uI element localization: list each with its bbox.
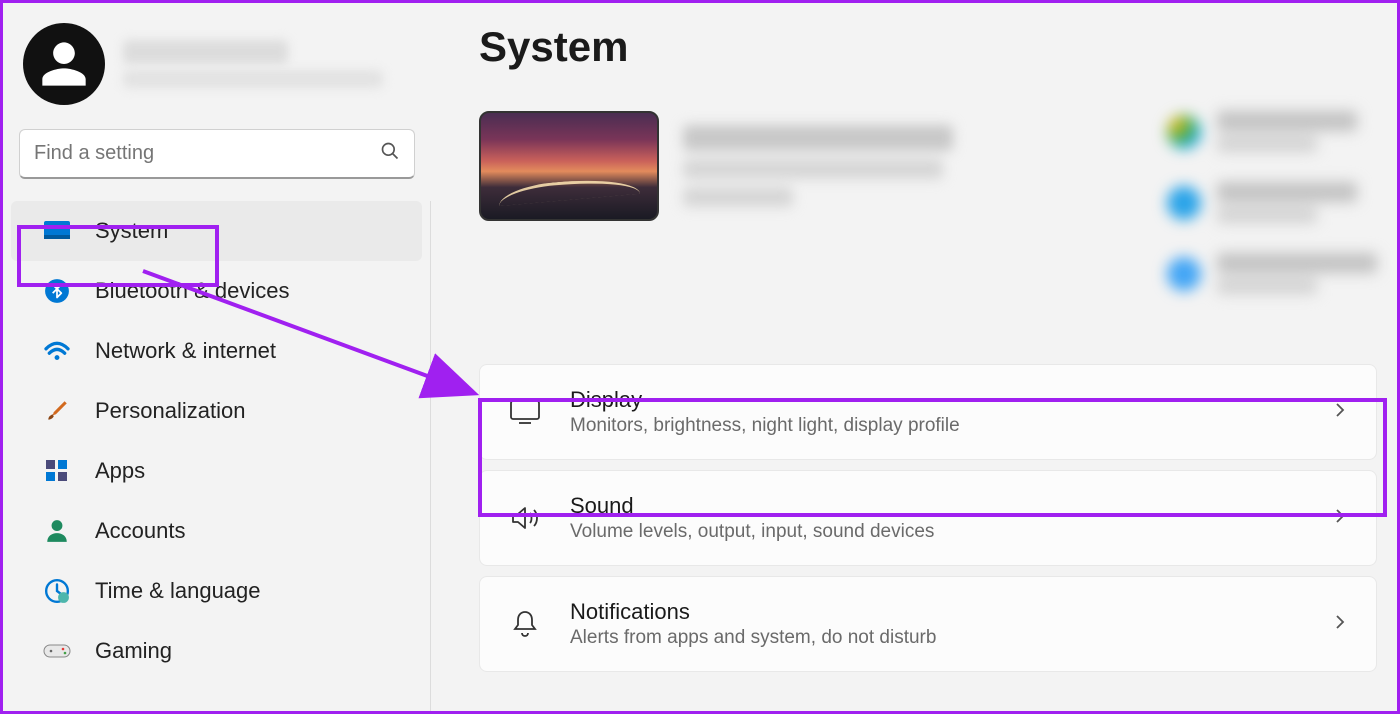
- wifi-icon: [43, 337, 71, 365]
- profile-text-redacted: [123, 40, 383, 88]
- device-name-redacted: [683, 125, 953, 207]
- sidebar-item-label: Personalization: [95, 398, 245, 424]
- search-input[interactable]: [34, 142, 380, 165]
- setting-item-display[interactable]: Display Monitors, brightness, night ligh…: [479, 364, 1377, 460]
- device-info-row: [479, 111, 1377, 294]
- setting-item-sound[interactable]: Sound Volume levels, output, input, soun…: [479, 470, 1377, 566]
- device-thumbnail[interactable]: [479, 111, 659, 221]
- chevron-right-icon: [1332, 402, 1348, 423]
- search-input-container[interactable]: [19, 129, 415, 179]
- settings-list: Display Monitors, brightness, night ligh…: [479, 364, 1377, 672]
- sidebar-item-label: Network & internet: [95, 338, 276, 364]
- sidebar-item-bluetooth[interactable]: Bluetooth & devices: [11, 261, 422, 321]
- apps-icon: [43, 457, 71, 485]
- sidebar-item-accounts[interactable]: Accounts: [11, 501, 422, 561]
- brush-icon: [43, 397, 71, 425]
- setting-subtitle: Alerts from apps and system, do not dist…: [570, 627, 1304, 649]
- system-icon: [43, 217, 71, 245]
- setting-title: Display: [570, 387, 1304, 413]
- display-icon: [508, 395, 542, 429]
- setting-subtitle: Monitors, brightness, night light, displ…: [570, 415, 1304, 437]
- sidebar-item-apps[interactable]: Apps: [11, 441, 422, 501]
- sidebar-nav: System Bluetooth & devices Network & int…: [3, 201, 431, 711]
- setting-subtitle: Volume levels, output, input, sound devi…: [570, 521, 1304, 543]
- main-content: System Displa: [431, 3, 1397, 711]
- sidebar-item-time-language[interactable]: Time & language: [11, 561, 422, 621]
- sidebar-item-system[interactable]: System: [11, 201, 422, 261]
- sidebar-item-label: Accounts: [95, 518, 186, 544]
- page-title: System: [479, 23, 1377, 71]
- bell-icon: [508, 607, 542, 641]
- account-icon: [43, 517, 71, 545]
- avatar: [23, 23, 105, 105]
- sound-icon: [508, 501, 542, 535]
- setting-title: Notifications: [570, 599, 1304, 625]
- setting-title: Sound: [570, 493, 1304, 519]
- sidebar-item-gaming[interactable]: Gaming: [11, 621, 422, 681]
- sidebar-item-label: Time & language: [95, 578, 261, 604]
- gamepad-icon: [43, 637, 71, 665]
- sidebar-item-label: Bluetooth & devices: [95, 278, 289, 304]
- user-profile[interactable]: [3, 23, 431, 129]
- sidebar: System Bluetooth & devices Network & int…: [3, 3, 431, 711]
- sidebar-item-personalization[interactable]: Personalization: [11, 381, 422, 441]
- setting-item-notifications[interactable]: Notifications Alerts from apps and syste…: [479, 576, 1377, 672]
- chevron-right-icon: [1332, 614, 1348, 635]
- clock-globe-icon: [43, 577, 71, 605]
- sidebar-item-label: Gaming: [95, 638, 172, 664]
- sidebar-item-label: System: [95, 218, 168, 244]
- sidebar-item-network[interactable]: Network & internet: [11, 321, 422, 381]
- chevron-right-icon: [1332, 508, 1348, 529]
- status-links-redacted: [1167, 111, 1377, 294]
- bluetooth-icon: [43, 277, 71, 305]
- search-icon: [380, 141, 400, 166]
- sidebar-item-label: Apps: [95, 458, 145, 484]
